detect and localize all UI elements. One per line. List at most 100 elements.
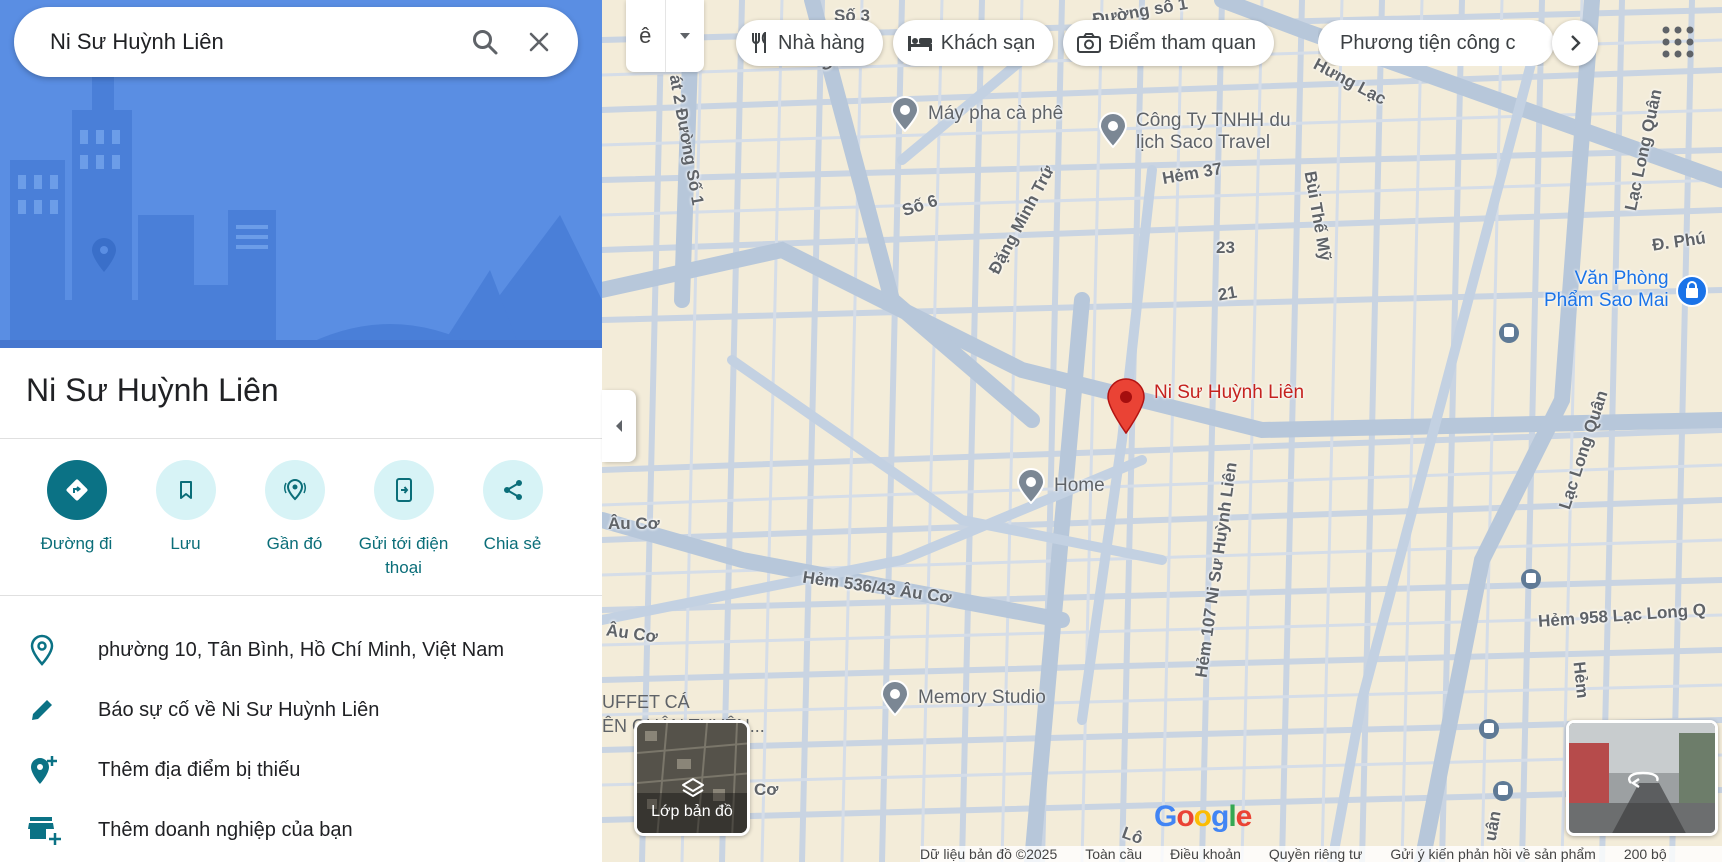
poi-pin-icon [1016,468,1046,504]
action-label: Lưu [170,534,201,553]
road-label: Hẻm [1569,660,1593,700]
input-tools-dropdown[interactable] [666,0,705,72]
chip-hotels[interactable]: Khách sạn [892,20,1054,66]
road-label: Cơ [754,780,779,799]
action-label: Gửi tới điện thoại [358,534,449,577]
chip-label: Nhà hàng [778,31,865,54]
street-view-thumbnail[interactable] [1566,720,1718,836]
directions-button[interactable]: Đường đi [22,460,131,580]
footer-privacy-link[interactable]: Quyền riêng tư [1269,846,1362,862]
apps-grid-icon[interactable] [1656,20,1700,64]
poi-name: Công Ty TNHH du [1136,110,1291,131]
camera-icon [1077,33,1102,53]
road-label: Âu Cơ [608,514,660,533]
address-text: phường 10, Tân Bình, Hồ Chí Minh, Việt N… [98,638,504,661]
share-icon [482,460,543,520]
close-icon [529,32,549,52]
rotate-360-icon [1628,771,1659,788]
action-label: Gần đó [266,534,323,553]
selected-place-marker[interactable]: Ni Sư Huỳnh Liên [1106,378,1304,434]
footer-terms-link[interactable]: Điều khoản [1170,846,1241,862]
chip-label: Phương tiện công c [1340,31,1516,54]
poi-name: Phẩm Sao Mai [1544,290,1669,311]
send-to-phone-icon [373,460,434,520]
action-label: Chia sẻ [483,534,542,553]
chip-label: Khách sạn [940,31,1036,54]
poi-memory-studio[interactable]: Memory Studio [880,680,1046,716]
report-issue-row[interactable]: Báo sự cố về Ni Sư Huỳnh Liên [0,682,602,738]
chevron-right-icon [1571,35,1581,51]
poi-home[interactable]: Home [1016,468,1105,504]
save-button[interactable]: Lưu [131,460,240,580]
action-buttons: Đường đi Lưu Gần đó Gửi tới điện thoại C… [0,460,602,580]
map-canvas[interactable]: Số 3 Số 4 Đường số 1 át 2 Đường Số 1 Số … [602,0,1722,862]
poi-name: Văn Phòng [1574,268,1669,289]
bus-stop-icon[interactable] [1478,718,1500,740]
poi-pin-icon [890,96,920,132]
chip-transit[interactable]: Phương tiện công c [1318,20,1554,66]
add-location-icon [0,754,98,786]
caret-left-icon [616,420,622,432]
search-button[interactable] [458,15,512,69]
clear-search-button[interactable] [512,15,566,69]
poi-name: lịch Saco Travel [1136,132,1271,153]
bus-stop-icon[interactable] [1492,780,1514,802]
collapse-panel-button[interactable] [602,390,636,462]
place-panel: Ni Sư Huỳnh Liên Đường đi Lưu Gần đó [0,0,602,862]
add-business-icon [0,815,98,845]
layers-icon [682,778,704,797]
action-label: Đường đi [40,534,113,553]
map-layers-button[interactable]: Lớp bản đồ [634,720,750,836]
add-business-text: Thêm doanh nghiệp của bạn [98,818,353,841]
road-label: 23 [1216,238,1235,257]
poi-name: Home [1054,475,1105,496]
divider [0,595,602,596]
nearby-icon [264,460,325,520]
chip-attractions[interactable]: Điểm tham quan [1063,20,1275,66]
bus-stop-icon[interactable] [1498,322,1520,344]
footer-scale[interactable]: 200 bộ [1624,846,1667,862]
poi-saco-travel[interactable]: Công Ty TNHH du lịch Saco Travel [1098,110,1291,154]
maps-app: Số 3 Số 4 Đường số 1 át 2 Đường Số 1 Số … [0,0,1722,862]
place-title: Ni Sư Huỳnh Liên [26,372,279,408]
poi-van-phong-pham[interactable]: Văn Phòng Phẩm Sao Mai [1536,268,1709,312]
nearby-button[interactable]: Gần đó [240,460,349,580]
poi-name: Memory Studio [918,687,1046,708]
search-input[interactable] [14,29,458,55]
send-to-phone-button[interactable]: Gửi tới điện thoại [349,460,458,580]
map-data-attribution[interactable]: Dữ liệu bản đồ ©2025 [920,846,1057,862]
input-tools-button[interactable]: ê [626,0,666,72]
footer-global-link[interactable]: Toàn cầu [1085,846,1142,862]
address-row[interactable]: phường 10, Tân Bình, Hồ Chí Minh, Việt N… [0,622,602,678]
report-issue-text: Báo sự cố về Ni Sư Huỳnh Liên [98,698,380,721]
poi-pin-icon [880,680,910,716]
footer-feedback-link[interactable]: Gửi ý kiến phản hồi về sản phẩm [1390,846,1596,862]
chip-transit-wrapper: Phương tiện công c [1318,20,1574,66]
category-chips: Nhà hàng Khách sạn Điểm tham quan [736,20,1284,68]
share-button[interactable]: Chia sẻ [458,460,567,580]
directions-icon [46,460,107,520]
caret-down-icon [679,33,690,39]
layers-label: Lớp bản đồ [651,803,733,820]
shopping-bag-icon [1675,275,1708,307]
chip-restaurants[interactable]: Nhà hàng [736,20,883,66]
chips-next-button[interactable] [1552,20,1598,66]
red-pin-icon [1107,378,1145,434]
pencil-icon [0,696,98,724]
google-logo: Google [1154,800,1252,833]
bus-stop-icon[interactable] [1520,568,1542,590]
search-box [14,7,578,77]
poi-name: Máy pha cà phê [928,103,1064,124]
add-missing-place-row[interactable]: Thêm địa điểm bị thiếu [0,742,602,798]
bookmark-icon [155,460,216,520]
poi-coffee-machine[interactable]: Máy pha cà phê [890,96,1063,132]
selected-place-label: Ni Sư Huỳnh Liên [1154,382,1305,403]
input-tools: ê [626,0,704,72]
map-footer: Dữ liệu bản đồ ©2025 Toàn cầu Điều khoản… [920,846,1722,862]
search-icon [473,30,498,55]
add-business-row[interactable]: Thêm doanh nghiệp của bạn [0,802,602,858]
restaurant-icon [752,32,766,53]
road-label: 21 [1216,282,1239,305]
location-pin-icon [0,634,98,666]
divider [0,438,602,439]
